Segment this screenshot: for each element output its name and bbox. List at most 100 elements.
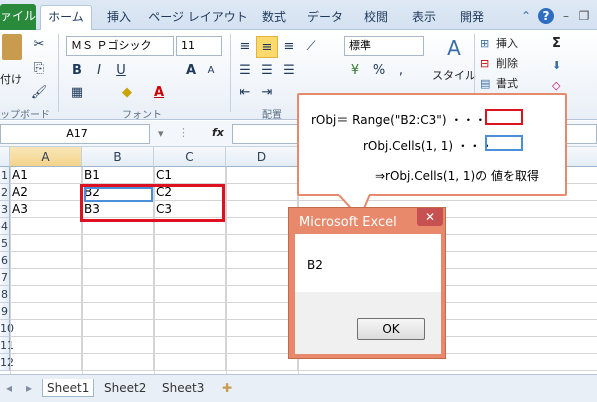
cell-a10[interactable] — [10, 320, 82, 337]
font-size-select[interactable]: 11 — [176, 36, 222, 56]
decrease-indent-icon[interactable]: ⇤ — [234, 82, 256, 104]
window-minimize-icon[interactable]: – — [558, 8, 574, 24]
sheet-tab-sheet3[interactable]: Sheet3 — [158, 379, 208, 397]
cell-a4[interactable] — [10, 218, 82, 235]
cell-b9[interactable] — [82, 303, 154, 320]
tab-file[interactable]: ァイル — [0, 4, 36, 30]
column-header-b[interactable]: B — [82, 147, 154, 167]
align-left-icon[interactable]: ☰ — [234, 60, 256, 82]
row-header[interactable]: 1 — [0, 167, 10, 184]
cell-c5[interactable] — [154, 235, 226, 252]
name-box[interactable]: A17 — [0, 124, 150, 144]
cell-c6[interactable] — [154, 252, 226, 269]
row-header[interactable]: 4 — [0, 218, 10, 235]
insert-cells-icon[interactable]: ⊞ — [480, 36, 489, 52]
sheet-tab-sheet1[interactable]: Sheet1 — [42, 379, 95, 397]
cut-icon[interactable]: ✂ — [28, 34, 50, 56]
comma-button[interactable]: , — [390, 60, 412, 82]
next-sheet-nav-icon[interactable]: ▸ — [22, 379, 36, 397]
cell-b12[interactable] — [82, 354, 154, 371]
select-all-corner[interactable] — [0, 147, 10, 167]
underline-button[interactable]: U — [110, 60, 132, 82]
cell-a6[interactable] — [10, 252, 82, 269]
font-shrink-icon[interactable]: A — [200, 60, 222, 82]
copy-icon[interactable]: ⎘ — [28, 58, 50, 80]
cell-c1[interactable]: C1 — [154, 167, 226, 184]
italic-button[interactable]: I — [88, 60, 110, 82]
cell-b5[interactable] — [82, 235, 154, 252]
style-icon[interactable]: A — [440, 34, 468, 62]
row-header[interactable]: 2 — [0, 184, 10, 201]
cell-a8[interactable] — [10, 286, 82, 303]
cell-b7[interactable] — [82, 269, 154, 286]
align-top-icon[interactable]: ≡ — [234, 36, 256, 58]
align-middle-icon[interactable]: ≡ — [256, 36, 278, 58]
autosum-button[interactable]: Σ — [552, 36, 561, 52]
bold-button[interactable]: B — [66, 60, 88, 82]
borders-icon[interactable]: ▦ — [66, 82, 88, 104]
align-center-icon[interactable]: ☰ — [256, 60, 278, 82]
format-cells-icon[interactable]: ▤ — [480, 76, 490, 92]
row-header[interactable]: 5 — [0, 235, 10, 252]
tab-view[interactable]: 表示 — [404, 6, 444, 30]
cell-d2[interactable] — [226, 184, 298, 201]
tab-review[interactable]: 校閲 — [356, 6, 396, 30]
row-header[interactable]: 6 — [0, 252, 10, 269]
first-sheet-nav-icon[interactable]: ◂ — [2, 379, 16, 397]
column-header-c[interactable]: C — [154, 147, 226, 167]
tab-formulas[interactable]: 数式 — [254, 6, 294, 30]
ok-button[interactable]: OK — [357, 318, 425, 340]
row-header[interactable]: 12 — [0, 354, 14, 371]
format-painter-icon[interactable]: 🖌 — [28, 82, 50, 104]
percent-button[interactable]: % — [368, 60, 390, 82]
orientation-icon[interactable]: ⟋ — [300, 36, 322, 58]
cell-b11[interactable] — [82, 337, 154, 354]
currency-icon[interactable]: ¥ — [344, 60, 366, 82]
cell-a5[interactable] — [10, 235, 82, 252]
cell-a9[interactable] — [10, 303, 82, 320]
help-icon[interactable]: ? — [538, 8, 554, 24]
minimize-ribbon-icon[interactable]: ⌃ — [518, 8, 534, 24]
insert-sheet-icon[interactable]: ✚ — [218, 379, 236, 397]
format-cells-button[interactable]: 書式 — [496, 76, 518, 92]
align-bottom-icon[interactable]: ≡ — [278, 36, 300, 58]
row-header[interactable]: 8 — [0, 286, 10, 303]
tab-data[interactable]: データ — [302, 6, 348, 30]
cell-a11[interactable] — [10, 337, 82, 354]
paste-label[interactable]: 付け — [0, 72, 22, 88]
number-format-select[interactable]: 標準 — [344, 36, 424, 56]
dialog-close-button[interactable]: ✕ — [417, 208, 443, 226]
font-color-icon[interactable]: A — [148, 82, 170, 104]
delete-cells-button[interactable]: 削除 — [496, 56, 518, 72]
tab-page-layout[interactable]: ページ レイアウト — [148, 6, 248, 30]
row-header[interactable]: 10 — [0, 320, 14, 337]
cell-c11[interactable] — [154, 337, 226, 354]
fill-color-icon[interactable]: ◆ — [116, 82, 138, 104]
sheet-tab-sheet2[interactable]: Sheet2 — [100, 379, 150, 397]
delete-cells-icon[interactable]: ⊟ — [480, 56, 489, 72]
row-header[interactable]: 9 — [0, 303, 10, 320]
tab-insert[interactable]: 挿入 — [98, 6, 140, 30]
cell-a3[interactable]: A3 — [10, 201, 82, 218]
cell-a1[interactable]: A1 — [10, 167, 82, 184]
name-box-dropdown-icon[interactable]: ▾ — [158, 126, 164, 142]
clear-icon[interactable]: ◇ — [552, 78, 560, 94]
row-header[interactable]: 3 — [0, 201, 10, 218]
row-header[interactable]: 7 — [0, 269, 10, 286]
font-name-select[interactable]: ＭＳ Ｐゴシック — [66, 36, 174, 56]
cell-b6[interactable] — [82, 252, 154, 269]
style-label[interactable]: スタイル — [432, 68, 476, 84]
column-header-d[interactable]: D — [226, 147, 298, 167]
cell-a2[interactable]: A2 — [10, 184, 82, 201]
cell-c10[interactable] — [154, 320, 226, 337]
paste-icon[interactable] — [2, 34, 22, 60]
cell-c8[interactable] — [154, 286, 226, 303]
align-right-icon[interactable]: ☰ — [278, 60, 300, 82]
cell-b1[interactable]: B1 — [82, 167, 154, 184]
row-header[interactable]: 11 — [0, 337, 14, 354]
font-grow-icon[interactable]: A — [180, 60, 202, 82]
increase-indent-icon[interactable]: ⇥ — [256, 82, 278, 104]
tab-home[interactable]: ホーム — [40, 5, 92, 31]
cell-d1[interactable] — [226, 167, 298, 184]
cell-a12[interactable] — [10, 354, 82, 371]
